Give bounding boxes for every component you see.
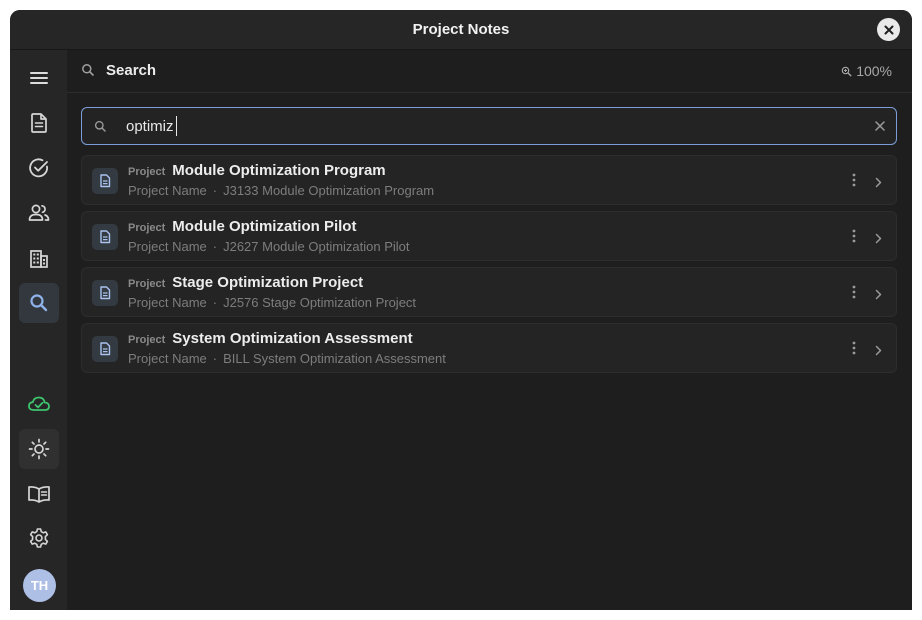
result-item[interactable]: Project System Optimization Assessment P… (81, 323, 897, 373)
chevron-right-icon (875, 345, 882, 356)
document-icon (92, 336, 118, 362)
gear-icon (29, 528, 49, 548)
search-icon (82, 64, 94, 76)
more-options-button[interactable] (852, 341, 856, 360)
title-bar: Project Notes (10, 10, 912, 50)
more-vertical-icon (852, 285, 856, 299)
result-field: Project Name (128, 239, 207, 254)
zoom-control[interactable]: 100% (841, 50, 892, 92)
sidebar-item-docs[interactable] (19, 474, 59, 514)
sidebar-item-people[interactable] (19, 193, 59, 233)
result-match: BILL System Optimization Assessment (223, 351, 446, 366)
separator: · (212, 183, 218, 198)
result-field: Project Name (128, 351, 207, 366)
book-icon (28, 486, 50, 503)
document-icon (92, 168, 118, 194)
clear-icon (875, 121, 885, 131)
result-field: Project Name (128, 183, 207, 198)
more-vertical-icon (852, 173, 856, 187)
check-circle-icon (29, 158, 48, 178)
cloud-check-icon (28, 396, 50, 411)
search-icon (30, 294, 48, 312)
sidebar-item-menu[interactable] (19, 58, 59, 98)
app-window: Project Notes TH Search 100% optimiz Pro… (10, 10, 912, 610)
more-options-button[interactable] (852, 229, 856, 248)
document-icon (92, 224, 118, 250)
zoom-icon (841, 66, 852, 76)
page-title: Search (106, 62, 157, 79)
hamburger-menu-icon (30, 72, 48, 84)
result-field: Project Name (128, 295, 207, 310)
sidebar-item-tasks[interactable] (19, 148, 59, 188)
result-item[interactable]: Project Module Optimization Program Proj… (81, 155, 897, 205)
zoom-level: 100% (856, 63, 892, 79)
result-title: Stage Optimization Project (172, 274, 364, 291)
chevron-right-icon (875, 177, 882, 188)
result-item[interactable]: Project Stage Optimization Project Proje… (81, 267, 897, 317)
sync-status[interactable] (19, 384, 59, 424)
building-icon (30, 250, 48, 268)
sun-icon (28, 438, 50, 460)
sidebar-item-search[interactable] (19, 283, 59, 323)
result-match: J3133 Module Optimization Program (223, 183, 435, 198)
chevron-right-icon (875, 233, 882, 244)
theme-toggle-button[interactable] (19, 429, 59, 469)
open-result-button[interactable] (875, 287, 882, 305)
result-title: Module Optimization Pilot (172, 218, 357, 235)
more-vertical-icon (852, 229, 856, 243)
chevron-right-icon (875, 289, 882, 300)
open-result-button[interactable] (875, 175, 882, 193)
search-input[interactable] (126, 108, 826, 144)
document-icon (31, 113, 47, 133)
main-header: Search 100% (67, 50, 912, 93)
more-options-button[interactable] (852, 285, 856, 304)
result-type-label: Project (128, 334, 166, 346)
document-icon (92, 280, 118, 306)
more-vertical-icon (852, 341, 856, 355)
result-item[interactable]: Project Module Optimization Pilot Projec… (81, 211, 897, 261)
sidebar-item-settings[interactable] (19, 518, 59, 558)
close-button[interactable] (877, 18, 900, 41)
result-match: J2576 Stage Optimization Project (223, 295, 417, 310)
result-type-label: Project (128, 278, 166, 290)
user-avatar[interactable]: TH (23, 569, 56, 602)
clear-search-button[interactable] (874, 119, 886, 137)
separator: · (212, 351, 218, 366)
close-icon (884, 25, 893, 34)
result-match: J2627 Module Optimization Pilot (223, 239, 410, 254)
result-type-label: Project (128, 222, 166, 234)
open-result-button[interactable] (875, 231, 882, 249)
search-icon (94, 120, 106, 132)
sidebar: TH (10, 50, 67, 610)
window-title: Project Notes (412, 21, 510, 38)
results-list: Project Module Optimization Program Proj… (81, 155, 897, 379)
sidebar-item-documents[interactable] (19, 103, 59, 143)
sidebar-item-buildings[interactable] (19, 238, 59, 278)
more-options-button[interactable] (852, 173, 856, 192)
main-panel: Search 100% optimiz Project Module Optim… (67, 50, 912, 610)
separator: · (212, 239, 218, 254)
separator: · (212, 295, 218, 310)
result-title: System Optimization Assessment (172, 330, 413, 347)
search-box (81, 107, 897, 145)
people-icon (28, 204, 50, 221)
result-type-label: Project (128, 166, 166, 178)
result-title: Module Optimization Program (172, 162, 386, 179)
text-caret (176, 116, 177, 136)
open-result-button[interactable] (875, 343, 882, 361)
